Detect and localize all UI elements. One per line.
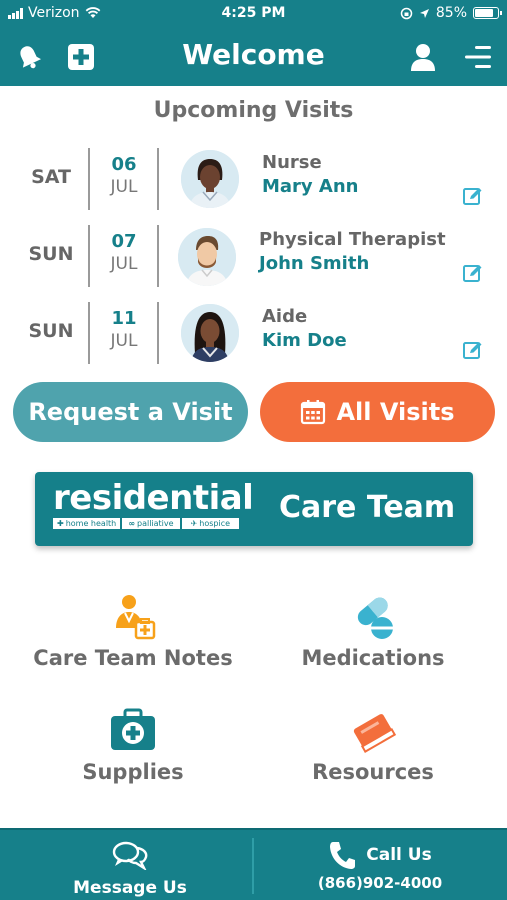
battery-label: 85% [435, 5, 467, 21]
divider [157, 302, 159, 364]
status-right: 85% [400, 5, 502, 21]
divider [88, 225, 90, 287]
request-visit-button[interactable]: Request a Visit [13, 382, 248, 442]
visit-day: SUN [28, 243, 74, 265]
user-icon[interactable] [406, 40, 440, 74]
medications-label: Medications [301, 646, 445, 670]
avatar [181, 150, 239, 208]
logo-tag-palliative-label: palliative [136, 519, 174, 528]
edit-icon[interactable] [463, 186, 483, 206]
call-us-button[interactable]: Call Us (866)902-4000 [254, 840, 506, 892]
visit-date-number: 11 [111, 308, 137, 329]
logo-tags: ✚ home health ∞ palliative ✈ hospice [53, 518, 239, 529]
edit-icon[interactable] [463, 263, 483, 283]
call-us-row: Call Us [254, 840, 506, 870]
care-team-notes-tile[interactable]: Care Team Notes [23, 592, 243, 692]
request-visit-label: Request a Visit [28, 398, 233, 426]
visit-role: Physical Therapist [259, 229, 446, 250]
visit-date: 07 JUL [92, 231, 156, 275]
avatar [178, 228, 236, 286]
header: Welcome [0, 28, 507, 86]
visit-month: JUL [110, 177, 138, 197]
visit-name: John Smith [259, 253, 370, 274]
visit-row[interactable]: SAT 06 JUL Nurse Mary Ann [0, 148, 507, 212]
visit-date-number: 06 [111, 154, 137, 175]
visit-day: SAT [31, 166, 71, 188]
calendar-icon [301, 400, 326, 425]
logo-word: residential [53, 478, 254, 518]
logo-tag-home-health: ✚ home health [53, 518, 121, 529]
visit-date-number: 07 [111, 231, 137, 252]
residential-logo: residential ✚ home health ∞ palliative ✈ ho… [53, 478, 254, 529]
divider [88, 302, 90, 364]
divider [157, 225, 159, 287]
visit-date: 06 JUL [92, 154, 156, 198]
care-team-banner[interactable]: residential ✚ home health ∞ palliative ✈ ho… [35, 472, 473, 546]
avatar [181, 304, 239, 362]
footer-bar: Message Us Call Us (866)902-4000 [0, 828, 507, 900]
status-bar: Verizon 4:25 PM 85% [0, 0, 507, 28]
hands-icon: ∞ [128, 519, 135, 528]
supplies-tile[interactable]: Supplies [23, 706, 243, 806]
chat-icon [112, 841, 148, 872]
visit-row[interactable]: SUN 07 JUL Physical Therapist John Smith [0, 225, 507, 289]
care-team-label: Care Team [279, 490, 456, 525]
visit-row[interactable]: SUN 11 JUL Aide Kim Doe [0, 302, 507, 366]
divider [157, 148, 159, 210]
battery-icon [473, 7, 502, 19]
logo-tag-home-health-label: home health [65, 519, 117, 528]
edit-icon[interactable] [463, 340, 483, 360]
doctor-kit-icon [116, 595, 156, 640]
supplies-label: Supplies [82, 760, 184, 784]
visit-name: Mary Ann [262, 176, 359, 197]
call-us-label: Call Us [366, 845, 432, 865]
battery-fill [475, 9, 493, 17]
visit-name: Kim Doe [262, 330, 347, 351]
visit-role: Aide [262, 306, 308, 327]
phone-icon [330, 842, 356, 869]
visit-day: SUN [28, 320, 74, 342]
orientation-lock-icon [400, 7, 413, 19]
logo-tag-hospice: ✈ hospice [181, 518, 239, 529]
book-icon [353, 714, 397, 753]
resources-tile[interactable]: Resources [263, 706, 483, 806]
divider [88, 148, 90, 210]
plus-icon: ✚ [57, 519, 64, 528]
menu-icon[interactable] [461, 40, 495, 74]
logo-tag-hospice-label: hospice [199, 519, 231, 528]
location-icon [419, 8, 429, 18]
all-visits-button[interactable]: All Visits [260, 382, 495, 442]
visit-month: JUL [110, 254, 138, 274]
message-us-label: Message Us [73, 878, 187, 898]
care-team-notes-label: Care Team Notes [33, 646, 233, 670]
phone-number: (866)902-4000 [317, 874, 443, 892]
bird-icon: ✈ [190, 519, 198, 528]
logo-tag-palliative: ∞ palliative [122, 518, 180, 529]
message-us-button[interactable]: Message Us [4, 840, 256, 898]
resources-label: Resources [312, 760, 434, 784]
visit-date: 11 JUL [92, 308, 156, 352]
medications-tile[interactable]: Medications [263, 592, 483, 692]
all-visits-label: All Visits [336, 398, 455, 426]
visit-month: JUL [110, 331, 138, 351]
first-aid-kit-icon [111, 708, 155, 750]
pills-icon [357, 597, 393, 639]
section-title-upcoming-visits: Upcoming Visits [153, 98, 354, 123]
visit-role: Nurse [262, 152, 322, 173]
